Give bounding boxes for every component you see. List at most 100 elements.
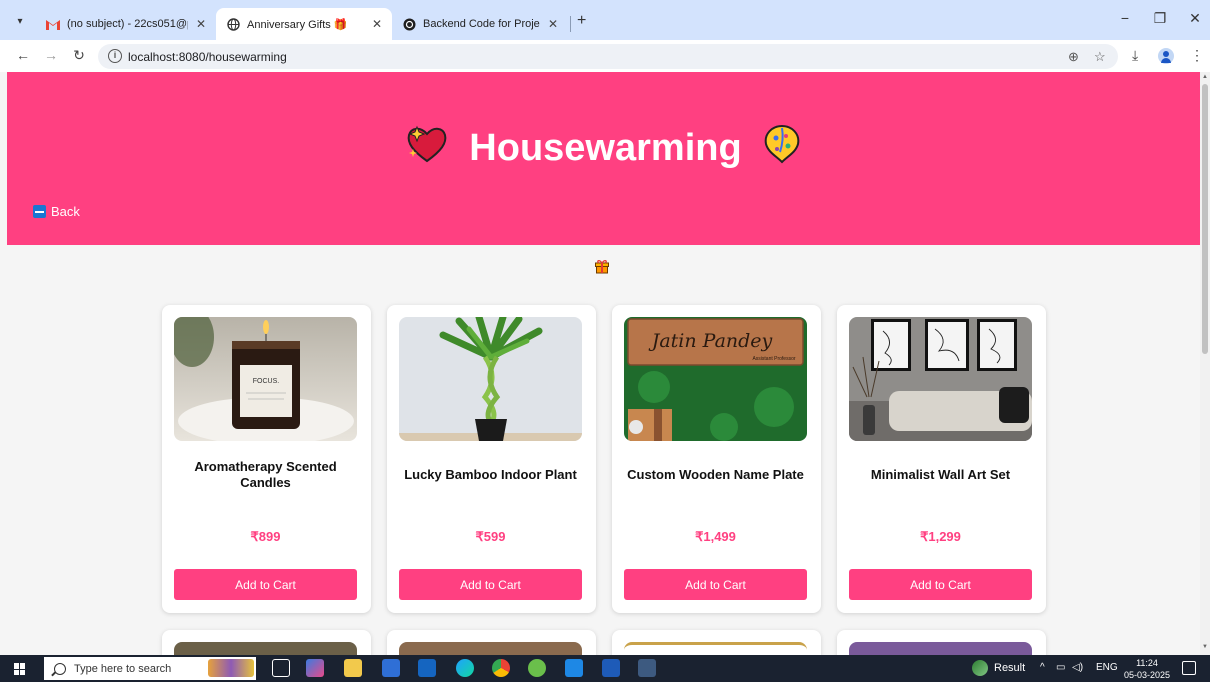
product-card: FOCUS. Aromatherapy Scented Candles ₹899…	[162, 305, 371, 613]
scroll-up-icon[interactable]: ▲	[1202, 74, 1208, 80]
product-card: Minimalist Wall Art Set ₹1,299 Add to Ca…	[837, 305, 1046, 613]
product-card: Lucky Bamboo Indoor Plant ₹599 Add to Ca…	[387, 305, 596, 613]
nameplate-name-text: Jatin Pandey	[648, 330, 773, 352]
product-image	[849, 642, 1032, 655]
gmail-icon	[46, 17, 60, 31]
tab-title: Anniversary Gifts 🎁	[247, 18, 348, 31]
forward-arrow-icon[interactable]: →	[42, 47, 60, 63]
add-to-cart-button[interactable]: Add to Cart	[849, 569, 1032, 600]
vscode-icon[interactable]	[565, 659, 583, 677]
product-name: Lucky Bamboo Indoor Plant	[404, 467, 577, 482]
nameplate-role-text: Assistant Professor	[752, 356, 795, 362]
globe-icon	[226, 17, 240, 31]
product-card	[612, 630, 821, 655]
window-close-icon[interactable]: ✕	[1180, 10, 1210, 27]
zoom-icon[interactable]: ⊕	[1068, 49, 1079, 65]
windows-start-icon[interactable]	[14, 663, 26, 675]
site-info-icon[interactable]: i	[108, 49, 122, 63]
windows-taskbar: Type here to search Result ^ ▭ ◁) ENG 11…	[0, 655, 1210, 682]
product-price: ₹599	[475, 529, 506, 544]
menu-kebab-icon[interactable]: ⋮	[1190, 47, 1204, 64]
flowers-widget-icon[interactable]	[208, 659, 254, 677]
tab-gmail[interactable]: (no subject) - 22cs051@psr.edu ✕	[36, 8, 216, 40]
address-bar[interactable]: i localhost:8080/housewarming ⊕ ☆	[98, 44, 1118, 69]
clock-date: 05-03-2025	[1123, 670, 1171, 680]
notification-center-icon[interactable]	[1182, 661, 1196, 675]
product-image	[399, 642, 582, 655]
product-image	[624, 642, 807, 655]
product-image-nameplate: Jatin Pandey Assistant Professor	[624, 317, 807, 441]
outlook-icon[interactable]	[418, 659, 436, 677]
tab-search-icon[interactable]: ▾	[10, 12, 30, 32]
add-to-cart-button[interactable]: Add to Cart	[624, 569, 807, 600]
url-text[interactable]: localhost:8080/housewarming	[128, 50, 287, 64]
taskbar-search-placeholder: Type here to search	[74, 662, 172, 675]
close-icon[interactable]: ✕	[548, 17, 558, 31]
profile-avatar-icon[interactable]	[1158, 48, 1174, 64]
bookmark-star-icon[interactable]: ☆	[1094, 49, 1106, 65]
app-icon[interactable]	[528, 659, 546, 677]
back-button[interactable]: Back	[33, 204, 80, 219]
tab-backend-code[interactable]: Backend Code for Project ✕	[392, 8, 568, 40]
tray-chevron-up-icon[interactable]: ^	[1040, 662, 1045, 673]
product-card	[387, 630, 596, 655]
back-arrow-icon[interactable]: ←	[14, 47, 32, 63]
tab-anniversary-gifts[interactable]: Anniversary Gifts 🎁 ✕	[216, 8, 392, 40]
store-icon[interactable]	[382, 659, 400, 677]
chatgpt-icon	[402, 17, 416, 31]
close-icon[interactable]: ✕	[372, 17, 382, 31]
product-image-candle: FOCUS.	[174, 317, 357, 441]
add-to-cart-button[interactable]: Add to Cart	[174, 569, 357, 600]
minimize-icon[interactable]: −	[1110, 10, 1140, 26]
product-name: Minimalist Wall Art Set	[870, 467, 1011, 482]
page-scrollbar[interactable]: ▲ ▼	[1200, 72, 1210, 655]
taskbar-clock[interactable]: 11:24 05-03-2025	[1122, 657, 1172, 681]
mysql-icon[interactable]	[638, 659, 656, 677]
new-tab-icon[interactable]: +	[577, 12, 586, 30]
product-name: Aromatherapy Scented Candles	[194, 459, 337, 490]
page-title-text: Housewarming	[469, 126, 742, 169]
product-card	[162, 630, 371, 655]
reload-icon[interactable]: ↻	[70, 47, 88, 64]
browser-tabstrip: ▾ (no subject) - 22cs051@psr.edu ✕ Anniv…	[0, 0, 1210, 40]
sparkling-heart-icon	[405, 123, 449, 173]
party-popper-icon	[762, 122, 802, 174]
product-image	[174, 642, 357, 655]
restore-icon[interactable]: ❐	[1145, 10, 1175, 27]
page-viewport: Housewarming Back FOCUS. Aromatherapy Sc…	[0, 72, 1200, 655]
scroll-down-icon[interactable]: ▼	[1202, 644, 1208, 650]
edge-icon[interactable]	[456, 659, 474, 677]
back-button-label: Back	[51, 204, 80, 219]
tab-title: Backend Code for Project	[423, 18, 540, 30]
weather-icon[interactable]	[972, 660, 988, 676]
gift-icon	[595, 260, 609, 274]
volume-icon[interactable]: ◁)	[1072, 662, 1083, 673]
task-view-icon[interactable]	[272, 659, 290, 677]
search-icon	[54, 662, 66, 675]
word-icon[interactable]	[602, 659, 620, 677]
scrollbar-thumb[interactable]	[1202, 84, 1208, 354]
page-title: Housewarming	[7, 122, 1200, 174]
product-price: ₹1,499	[695, 529, 736, 544]
file-explorer-icon[interactable]	[344, 659, 362, 677]
add-to-cart-button[interactable]: Add to Cart	[399, 569, 582, 600]
product-card: Jatin Pandey Assistant Professor Custom …	[612, 305, 821, 613]
weather-label[interactable]: Result	[994, 662, 1025, 674]
close-icon[interactable]: ✕	[196, 17, 206, 31]
product-image-wall-art	[849, 317, 1032, 441]
product-name: Custom Wooden Name Plate	[627, 467, 804, 482]
product-card	[837, 630, 1046, 655]
copilot-icon[interactable]	[306, 659, 324, 677]
language-indicator[interactable]: ENG	[1096, 662, 1118, 673]
hero-banner: Housewarming Back	[7, 72, 1200, 245]
product-image-bamboo	[399, 317, 582, 441]
network-icon[interactable]: ▭	[1056, 662, 1065, 673]
browser-toolbar: ← → ↻ i localhost:8080/housewarming ⊕ ☆ …	[0, 40, 1210, 72]
clock-time: 11:24	[1136, 658, 1158, 668]
tab-title: (no subject) - 22cs051@psr.edu	[67, 18, 188, 30]
product-price: ₹899	[250, 529, 281, 544]
back-icon	[33, 205, 46, 218]
chrome-icon[interactable]	[492, 659, 510, 677]
download-icon[interactable]: ⤓	[1132, 47, 1138, 64]
tab-divider	[570, 16, 571, 32]
